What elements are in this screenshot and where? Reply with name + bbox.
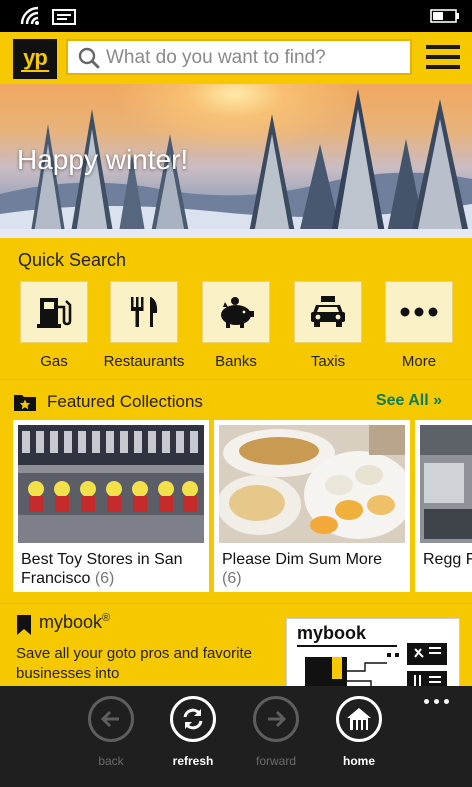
quick-search-taxis[interactable]: Taxis <box>286 281 370 370</box>
mybook-title-text: mybook <box>39 612 103 632</box>
banks-tile <box>202 281 270 343</box>
header: yp <box>0 32 472 84</box>
refresh-circle <box>170 696 216 742</box>
dim-sum-thumbnail <box>219 425 405 543</box>
taxis-tile <box>294 281 362 343</box>
restaurants-tile <box>110 281 178 343</box>
card-title: Regg Franc <box>423 551 472 568</box>
taxi-icon <box>311 296 345 327</box>
refresh-button[interactable]: refresh <box>163 696 223 768</box>
collection-card-dim-sum[interactable]: Please Dim Sum More (6) <box>214 420 410 592</box>
refresh-label: refresh <box>172 754 214 768</box>
star-folder-icon <box>14 395 36 411</box>
forward-button[interactable]: forward <box>246 696 306 768</box>
collection-card-partial[interactable]: Regg Franc <box>415 420 472 592</box>
battery-icon <box>430 9 459 23</box>
mybook-title: mybook® <box>39 612 110 633</box>
mybook-registered-mark: ® <box>102 612 111 624</box>
search-box[interactable] <box>66 39 412 75</box>
forward-circle <box>253 696 299 742</box>
back-label: back <box>98 754 124 768</box>
logo-underline <box>21 70 49 72</box>
see-all-link[interactable]: See All » <box>376 392 442 410</box>
back-button[interactable]: back <box>81 696 141 768</box>
card-caption: Best Toy Stores in San Francisco (6) <box>21 550 203 588</box>
bookmark-icon <box>17 615 31 635</box>
home-button[interactable]: home <box>329 696 389 768</box>
logo-text: yp <box>23 45 48 70</box>
card-title: Please Dim Sum More <box>222 551 383 568</box>
partial-thumbnail <box>420 425 472 543</box>
app-bar: back refresh forward home <box>0 686 472 787</box>
hero-title: Happy winter! <box>17 144 189 175</box>
collection-card-toy-stores[interactable]: Best Toy Stores in San Francisco (6) <box>13 420 209 592</box>
gas-tile <box>20 281 88 343</box>
quick-search-title: Quick Search <box>18 250 127 270</box>
card-caption: Regg Franc <box>423 550 472 569</box>
more-dots-icon <box>400 307 438 317</box>
piggy-bank-icon <box>221 297 254 328</box>
fork-knife-icon <box>131 297 158 327</box>
home-buildings-icon <box>347 708 371 730</box>
featured-title: Featured Collections <box>47 392 203 411</box>
dim-sum-image <box>219 425 405 543</box>
status-bar <box>0 0 472 32</box>
card-count: (6) <box>94 570 115 587</box>
card-caption: Please Dim Sum More (6) <box>222 550 404 588</box>
home-label: home <box>342 754 375 768</box>
quick-search-restaurants[interactable]: Restaurants <box>102 281 186 370</box>
hero-banner[interactable]: Happy winter! <box>0 84 472 238</box>
quick-search-gas[interactable]: Gas <box>12 281 96 370</box>
refresh-icon <box>183 708 203 730</box>
gas-pump-icon <box>37 298 72 328</box>
forward-arrow-icon <box>268 710 287 728</box>
back-arrow-icon <box>100 710 119 728</box>
more-label: More <box>401 353 437 370</box>
quick-search-banks[interactable]: Banks <box>194 281 278 370</box>
message-icon <box>52 9 76 25</box>
search-input[interactable] <box>106 44 406 72</box>
search-icon <box>78 47 100 69</box>
quick-search-section: Quick Search Gas Restaurants Banks Taxis… <box>0 238 472 378</box>
taxis-label: Taxis <box>310 353 346 370</box>
hamburger-menu-icon[interactable] <box>426 45 460 69</box>
featured-collections-section: Featured Collections See All » Best Toy … <box>0 380 472 604</box>
yp-logo[interactable]: yp <box>13 39 57 79</box>
forward-label: forward <box>255 754 296 768</box>
back-circle <box>88 696 134 742</box>
restaurants-label: Restaurants <box>103 353 185 370</box>
more-tile <box>385 281 453 343</box>
quick-search-more[interactable]: More <box>377 281 461 370</box>
app-screen: yp What do you want to find? Happy winte… <box>0 0 472 787</box>
mybook-description: Save all your goto pros and favorite bus… <box>16 645 252 682</box>
toy-figures-image <box>18 425 204 543</box>
app-bar-more-icon[interactable] <box>424 696 450 708</box>
card-count: (6) <box>222 570 242 587</box>
storefront-image <box>420 425 472 543</box>
toy-stores-thumbnail <box>18 425 204 543</box>
wifi-signal-icon <box>20 6 39 25</box>
banks-label: Banks <box>215 353 257 370</box>
gas-label: Gas <box>40 353 68 370</box>
home-circle <box>336 696 382 742</box>
